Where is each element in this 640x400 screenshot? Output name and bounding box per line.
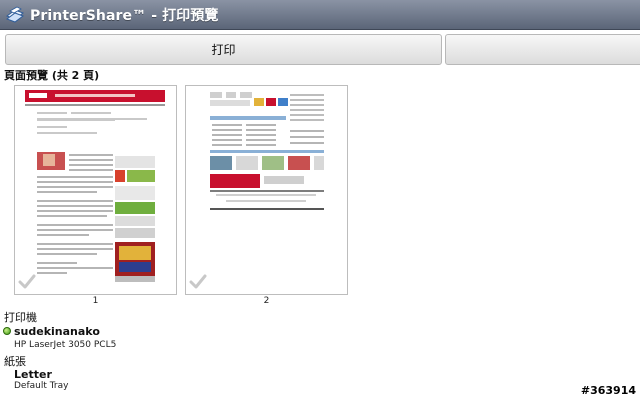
page-preview-heading: 頁面預覽 (共 2 頁) <box>4 69 100 82</box>
printer-status-dot <box>3 327 11 335</box>
printershare-app-icon <box>5 6 25 23</box>
print-button[interactable]: 打印 <box>5 34 442 65</box>
printer-name[interactable]: sudekinanako <box>14 325 100 338</box>
paper-size[interactable]: Letter <box>14 368 52 381</box>
page-thumbnail-2[interactable] <box>185 85 348 295</box>
page-number-2: 2 <box>263 296 270 306</box>
secondary-button[interactable] <box>445 34 640 65</box>
checkmark-icon[interactable] <box>189 273 207 291</box>
page-number-1: 1 <box>92 296 99 306</box>
printer-model[interactable]: HP LaserJet 3050 PCL5 <box>14 340 116 350</box>
title-bar: PrinterShare™ - 打印預覽 <box>0 0 640 30</box>
page-1-content-preview <box>25 90 165 282</box>
paper-heading: 紙張 <box>4 355 26 368</box>
paper-tray[interactable]: Default Tray <box>14 381 68 391</box>
image-watermark: #363914 <box>580 384 636 397</box>
page-2-content-preview <box>210 92 324 210</box>
printer-heading: 打印機 <box>4 311 37 324</box>
checkmark-icon[interactable] <box>18 273 36 291</box>
page-thumbnail-1[interactable] <box>14 85 177 295</box>
app-title: PrinterShare™ - 打印預覽 <box>30 7 219 24</box>
